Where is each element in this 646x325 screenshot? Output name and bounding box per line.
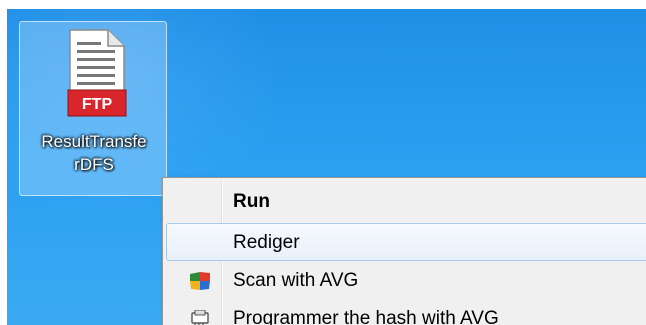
- menu-item-label: Programmer the hash with AVG: [233, 308, 499, 325]
- ftp-file-icon: FTP: [67, 29, 127, 117]
- avg-shredder-icon: [191, 310, 209, 325]
- menu-item-avg-shredder[interactable]: Programmer the hash with AVG: [166, 300, 646, 325]
- menu-item-rediger[interactable]: Rediger: [166, 223, 646, 261]
- file-name-line-2: rDFS: [74, 155, 114, 174]
- menu-item-label: Run: [233, 191, 270, 212]
- ftp-badge-text: FTP: [82, 96, 113, 113]
- file-name-line-1: ResultTransfe: [41, 132, 147, 151]
- desktop: FTP ResultTransfe rDFS Run Rediger Scan …: [7, 9, 646, 325]
- file-name-label: ResultTransfe rDFS: [20, 130, 168, 176]
- context-menu: Run Rediger Scan with AVG Programmer the: [162, 177, 646, 325]
- menu-item-label: Rediger: [233, 232, 300, 253]
- menu-item-label: Scan with AVG: [233, 270, 359, 291]
- desktop-file-icon-selected[interactable]: FTP ResultTransfe rDFS: [19, 21, 167, 196]
- avg-icon: [190, 272, 210, 290]
- menu-item-run[interactable]: Run: [166, 183, 646, 221]
- menu-item-scan-with-avg[interactable]: Scan with AVG: [166, 262, 646, 300]
